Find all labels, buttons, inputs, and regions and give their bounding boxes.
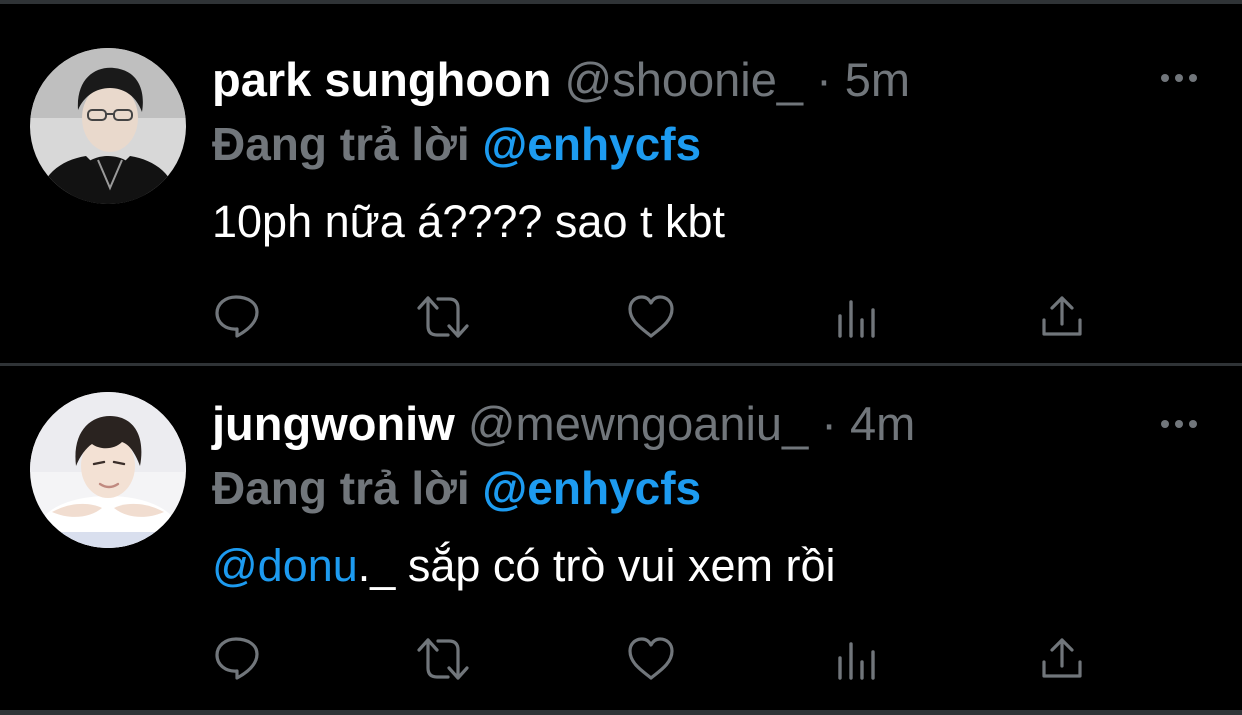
- replying-to-mention[interactable]: @enhycfs: [482, 462, 701, 514]
- top-divider: [0, 0, 1242, 4]
- replying-to-mention[interactable]: @enhycfs: [482, 118, 701, 170]
- heart-icon: [628, 295, 674, 338]
- timestamp[interactable]: 5m: [845, 53, 910, 106]
- replying-to-label: Đang trả lời: [212, 118, 470, 170]
- retweet-icon: [417, 296, 469, 338]
- avatar-photo: [30, 48, 186, 204]
- user-handle[interactable]: @shoonie_: [565, 53, 804, 106]
- reply-icon: [215, 637, 259, 680]
- tweet-header: jungwoniw @mewngoaniu_ · 4m: [212, 396, 915, 452]
- more-options-icon: [1161, 420, 1197, 428]
- more-options-icon: [1161, 74, 1197, 82]
- reply-button[interactable]: [212, 292, 262, 342]
- retweet-button[interactable]: [416, 292, 469, 342]
- more-options-button[interactable]: [1158, 66, 1200, 90]
- replying-to-label: Đang trả lời: [212, 462, 470, 514]
- retweet-button[interactable]: [416, 634, 469, 684]
- views-button[interactable]: [834, 292, 884, 342]
- body-mention[interactable]: @donu: [212, 540, 358, 591]
- tweet-actions: [0, 634, 1242, 684]
- heart-icon: [628, 637, 674, 680]
- tweet-text: @donu._ sắp có trò vui xem rồi: [212, 538, 835, 594]
- tweet-actions: [0, 292, 1242, 342]
- tweet[interactable]: park sunghoon @shoonie_ · 5m Đang trả lờ…: [0, 8, 1242, 352]
- more-options-button[interactable]: [1158, 412, 1200, 436]
- avatar-photo: [30, 392, 186, 548]
- bottom-divider: [0, 710, 1242, 715]
- tweet[interactable]: jungwoniw @mewngoaniu_ · 4m Đang trả lời…: [0, 370, 1242, 714]
- share-icon: [1042, 638, 1082, 678]
- body-text: ._ sắp có trò vui xem rồi: [357, 540, 836, 591]
- like-button[interactable]: [626, 634, 676, 684]
- replying-to: Đang trả lời @enhycfs: [212, 116, 701, 172]
- share-button[interactable]: [1038, 292, 1088, 342]
- retweet-icon: [417, 638, 469, 680]
- analytics-icon: [838, 300, 875, 338]
- separator-dot: ·: [816, 53, 832, 106]
- avatar[interactable]: [30, 48, 186, 204]
- reply-button[interactable]: [212, 634, 262, 684]
- replying-to: Đang trả lời @enhycfs: [212, 460, 701, 516]
- tweet-text: 10ph nữa á???? sao t kbt: [212, 196, 726, 247]
- tweet-divider: [0, 363, 1242, 366]
- analytics-icon: [838, 642, 875, 680]
- avatar[interactable]: [30, 392, 186, 548]
- user-handle[interactable]: @mewngoaniu_: [468, 397, 808, 450]
- share-button[interactable]: [1038, 634, 1088, 684]
- reply-icon: [215, 295, 259, 338]
- share-icon: [1042, 296, 1082, 336]
- views-button[interactable]: [834, 634, 884, 684]
- like-button[interactable]: [626, 292, 676, 342]
- display-name[interactable]: park sunghoon: [212, 53, 551, 106]
- tweet-header: park sunghoon @shoonie_ · 5m: [212, 52, 910, 108]
- timestamp[interactable]: 4m: [850, 397, 915, 450]
- display-name[interactable]: jungwoniw: [212, 397, 455, 450]
- separator-dot: ·: [821, 397, 837, 450]
